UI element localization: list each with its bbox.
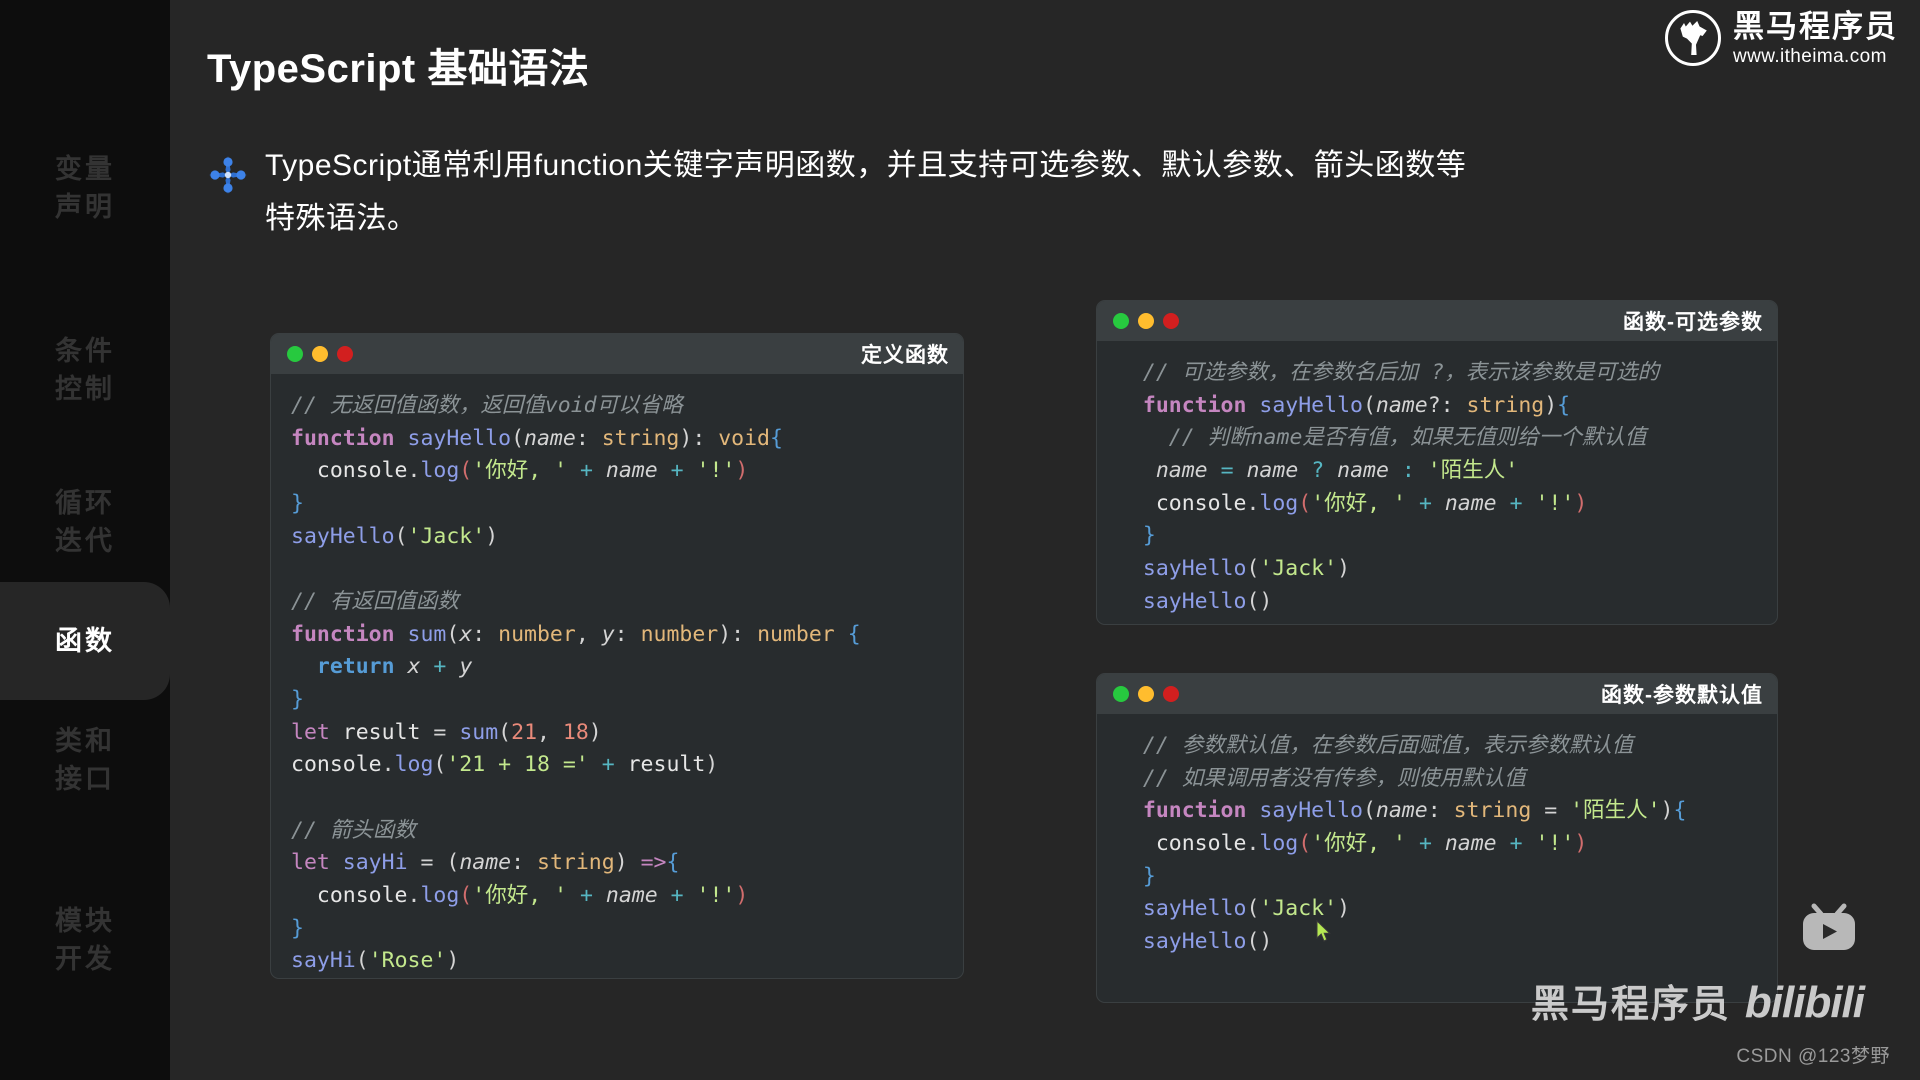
sparkle-icon (207, 154, 249, 196)
sidebar-item-label: 接口 (55, 764, 115, 794)
code-window-title: 函数-可选参数 (1623, 311, 1763, 334)
code-block: // 可选参数，在参数名后加 ?，表示该参数是可选的 function sayH… (1142, 360, 1660, 614)
code-block: // 无返回值函数，返回值void可以省略 function sayHello(n… (291, 393, 861, 974)
sidebar-item-label: 模块 (55, 905, 115, 936)
window-dot-green-icon[interactable] (1113, 686, 1129, 702)
horse-head-circle-icon (1665, 10, 1721, 66)
sidebar-item-label: 类和 (55, 725, 115, 756)
code-window-default-params[interactable]: 函数-参数默认值 // 参数默认值，在参数后面赋值，表示参数默认值 // 如果调… (1096, 673, 1778, 1003)
intro-line-2: 特殊语法。 (265, 201, 418, 235)
sidebar-item-label: 循环 (55, 487, 115, 518)
sidebar-item-label: 函数 (55, 625, 115, 656)
sidebar-item-modules[interactable]: 模块 开发 (0, 880, 170, 1000)
window-dot-green-icon[interactable] (1113, 313, 1129, 329)
window-dot-red-icon[interactable] (337, 346, 353, 362)
sidebar-item-label: 声明 (55, 192, 115, 222)
sidebar-item-loops[interactable]: 循环 迭代 (0, 462, 170, 582)
logo-name: 黑马程序员 (1733, 8, 1898, 44)
sidebar-item-label: 控制 (55, 374, 115, 404)
window-dot-yellow-icon[interactable] (312, 346, 328, 362)
window-dot-yellow-icon[interactable] (1138, 686, 1154, 702)
brand-watermark: 黑马程序员 bilibili (1530, 973, 1865, 1028)
sidebar-item-label: 开发 (55, 944, 115, 974)
logo-url: www.itheima.com (1733, 45, 1887, 67)
code-window-title: 函数-参数默认值 (1601, 684, 1763, 707)
intro-text: TypeScript通常利用function关键字声明函数，并且支持可选参数、默… (265, 140, 1466, 245)
watermark-bilibili: bilibili (1744, 978, 1865, 1027)
itheima-logo: 黑马程序员 www.itheima.com (1665, 10, 1898, 66)
logo-wordmark: 黑马程序员 www.itheima.com (1733, 11, 1898, 66)
watermark-brand-cn: 黑马程序员 (1530, 984, 1731, 1026)
sidebar-item-conditions[interactable]: 条件 控制 (0, 310, 170, 430)
sidebar-item-label: 条件 (55, 335, 115, 366)
sidebar-item-class[interactable]: 类和 接口 (0, 700, 170, 820)
code-block: // 参数默认值，在参数后面赋值，表示参数默认值 // 如果调用者没有传参，则使… (1142, 733, 1687, 955)
code-window-title: 定义函数 (861, 344, 949, 367)
sidebar: 变量 声明 条件 控制 循环 迭代 函数 类和 接口 模块 开发 (0, 0, 170, 1080)
window-dot-red-icon[interactable] (1163, 313, 1179, 329)
code-window-define-function[interactable]: 定义函数 // 无返回值函数，返回值void可以省略 function sayHe… (270, 333, 964, 979)
sidebar-item-label: 迭代 (55, 526, 115, 556)
code-window-titlebar: 函数-参数默认值 (1097, 674, 1777, 714)
intro-bullet: TypeScript通常利用function关键字声明函数，并且支持可选参数、默… (207, 140, 1767, 245)
code-window-optional-params[interactable]: 函数-可选参数 // 可选参数，在参数名后加 ?，表示该参数是可选的 funct… (1096, 300, 1778, 625)
sidebar-item-variables[interactable]: 变量 声明 (0, 128, 170, 248)
slide-root: 变量 声明 条件 控制 循环 迭代 函数 类和 接口 模块 开发 TypeScr… (0, 0, 1920, 1080)
window-dot-red-icon[interactable] (1163, 686, 1179, 702)
page-title: TypeScript 基础语法 (207, 47, 590, 91)
sidebar-item-functions[interactable]: 函数 (0, 582, 170, 700)
intro-line-1: TypeScript通常利用function关键字声明函数，并且支持可选参数、默… (265, 149, 1467, 182)
window-dot-green-icon[interactable] (287, 346, 303, 362)
bilibili-tv-icon (1800, 902, 1858, 952)
code-window-titlebar: 定义函数 (271, 334, 963, 374)
sidebar-item-label: 变量 (55, 153, 115, 184)
window-dot-yellow-icon[interactable] (1138, 313, 1154, 329)
code-window-titlebar: 函数-可选参数 (1097, 301, 1777, 341)
csdn-watermark: CSDN @123梦野 (1736, 1046, 1890, 1067)
